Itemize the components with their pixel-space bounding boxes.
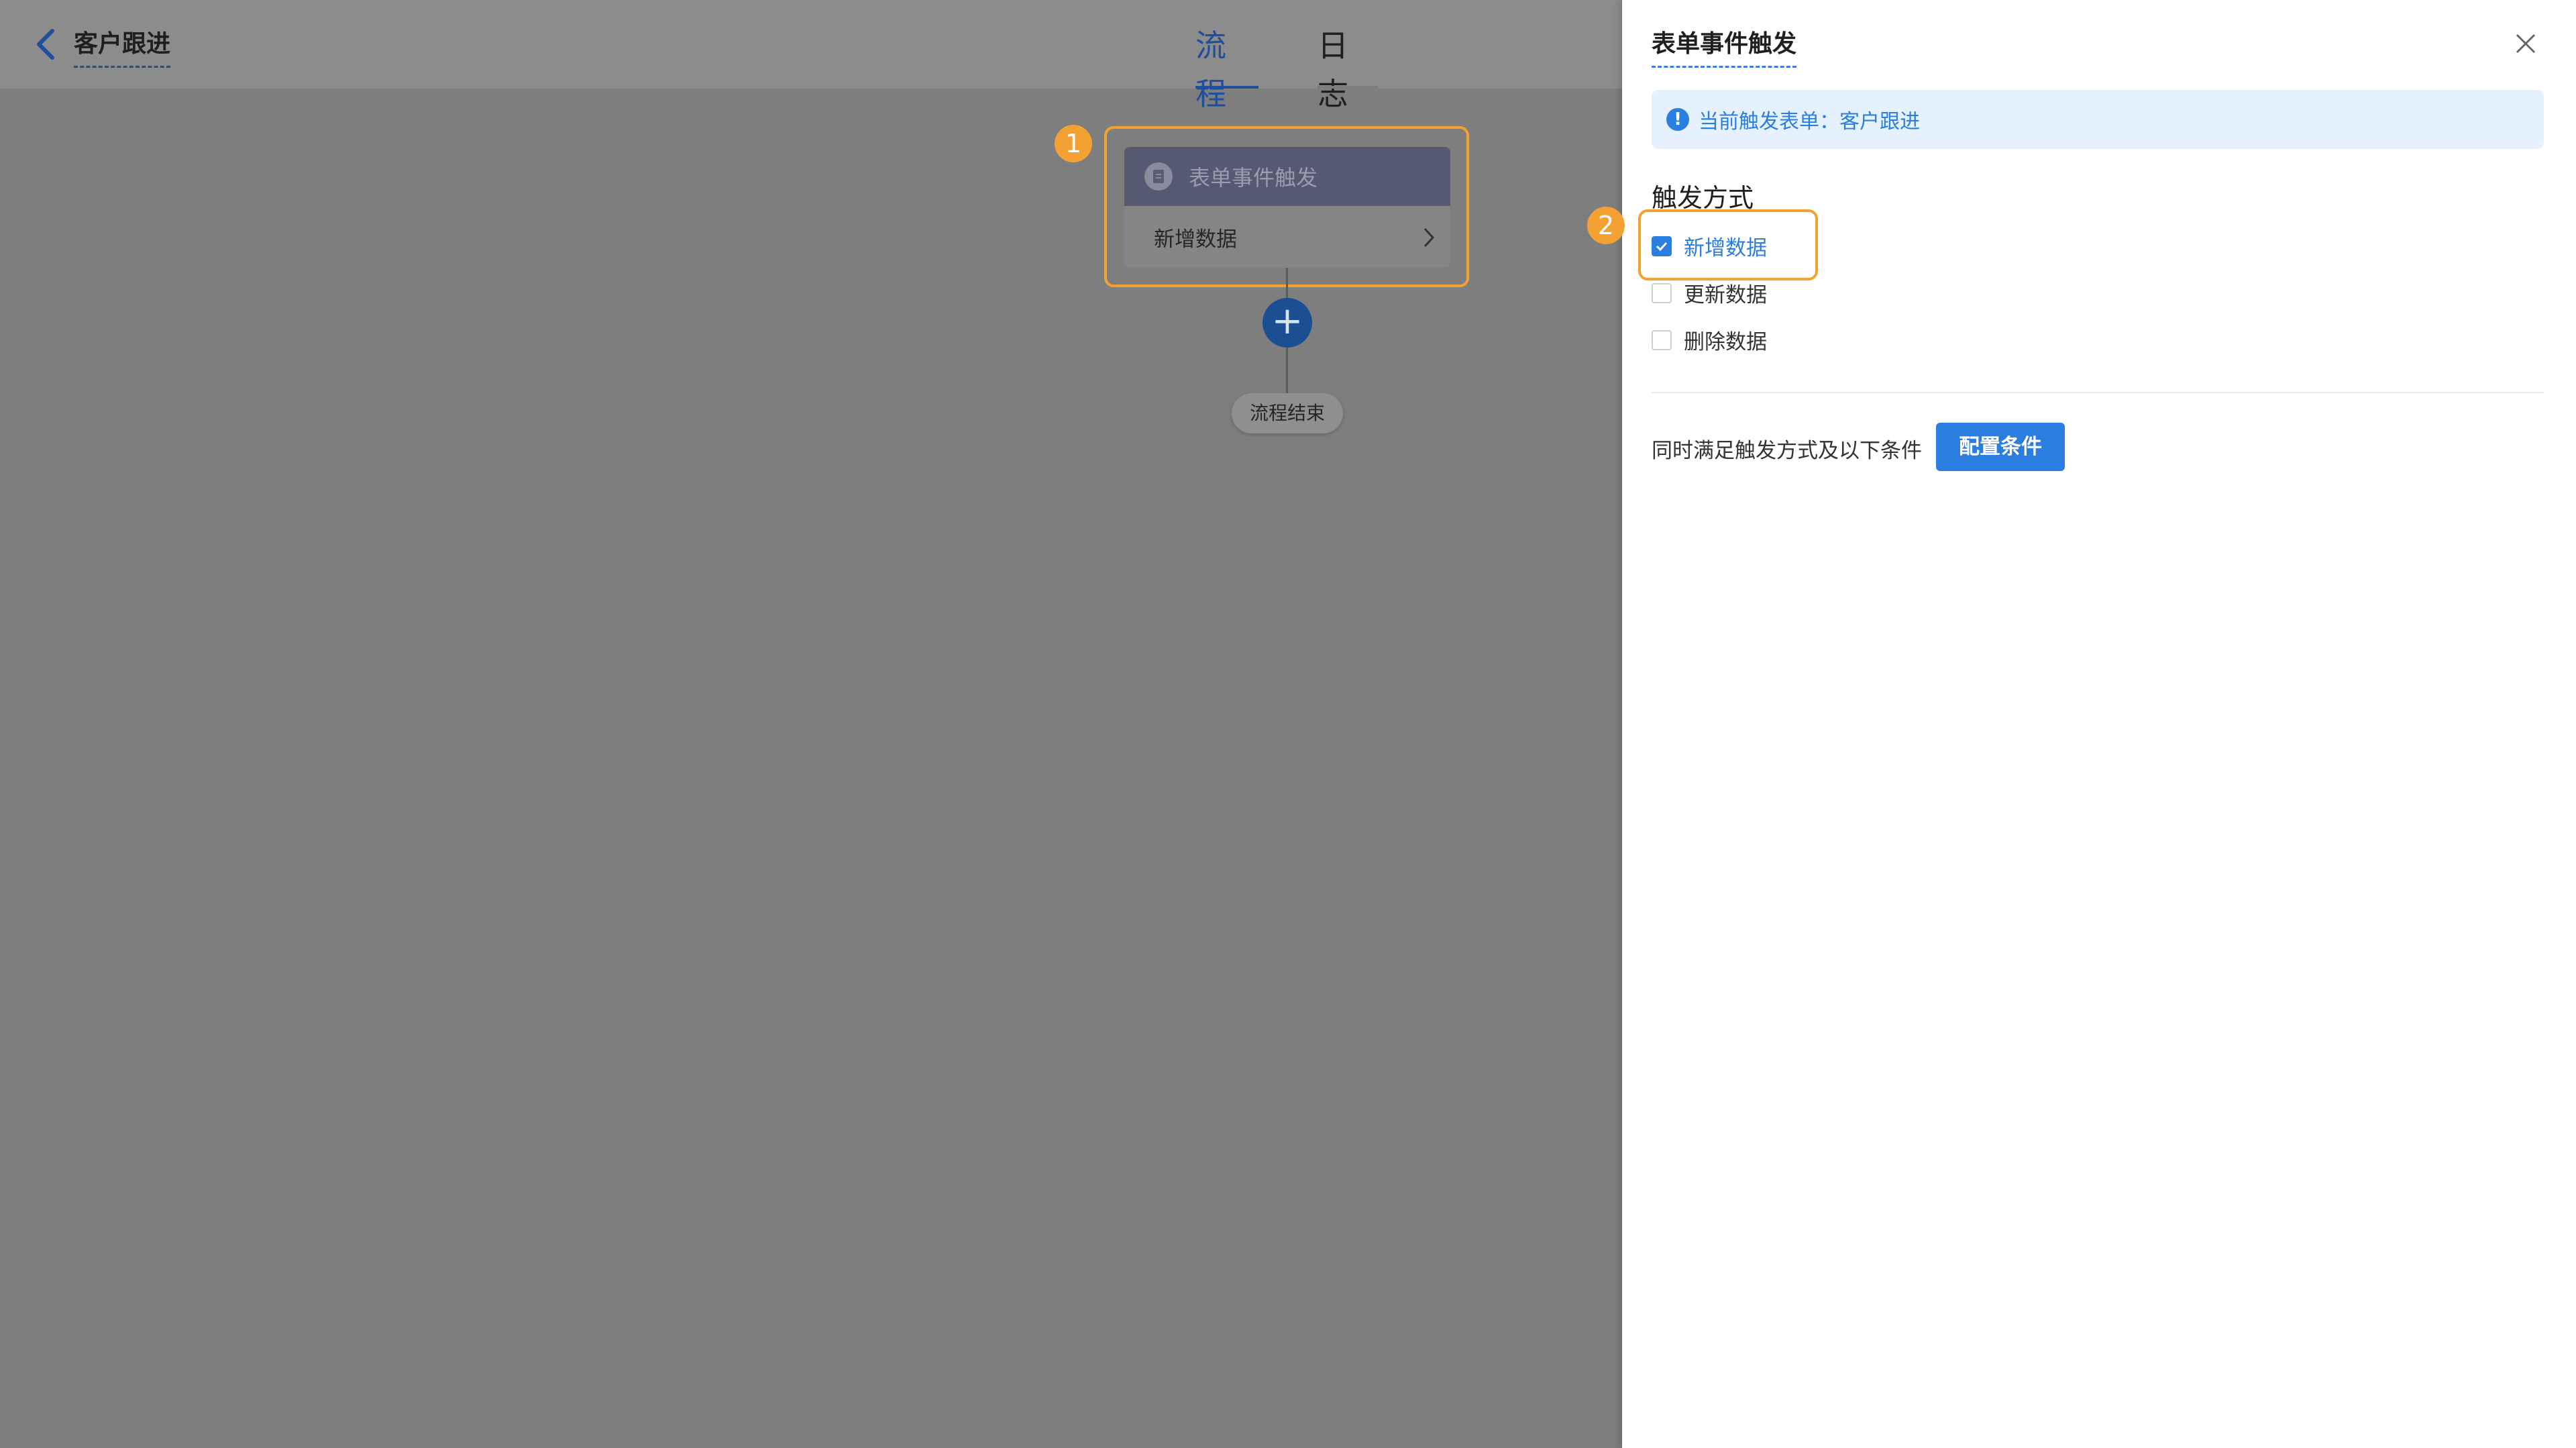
step-badge-1: 1: [1055, 125, 1092, 162]
info-form-name: 客户跟进: [1839, 110, 1920, 134]
back-arrow-icon[interactable]: [32, 27, 60, 62]
app-title[interactable]: 客户跟进: [74, 27, 171, 68]
checkbox-update-data[interactable]: [1652, 282, 1672, 303]
section-divider: [1652, 392, 2544, 393]
panel-title[interactable]: 表单事件触发: [1652, 27, 1797, 68]
info-icon: !: [1666, 108, 1689, 131]
step-badge-2: 2: [1587, 207, 1625, 244]
option-label: 更新数据: [1684, 283, 1767, 307]
tab-underline: [1318, 86, 1378, 89]
tab-flow[interactable]: 流程: [1195, 21, 1226, 118]
active-tab-indicator: [1195, 86, 1258, 89]
chevron-right-icon: [1424, 227, 1435, 248]
form-icon: [1144, 162, 1173, 191]
trigger-node-title: 表单事件触发: [1189, 165, 1318, 191]
option-label: 删除数据: [1684, 330, 1767, 354]
info-label: 当前触发表单：: [1699, 110, 1839, 134]
trigger-node-body[interactable]: 新增数据: [1124, 206, 1450, 268]
tab-log[interactable]: 日志: [1318, 21, 1348, 118]
close-icon[interactable]: [2514, 32, 2537, 55]
info-banner: ! 当前触发表单： 客户跟进: [1652, 90, 2544, 149]
flow-end-node: 流程结束: [1232, 393, 1343, 433]
trigger-method-label: 触发方式: [1652, 183, 1754, 213]
option-delete-data[interactable]: 删除数据: [1652, 325, 1767, 355]
condition-description: 同时满足触发方式及以下条件: [1652, 439, 1922, 463]
trigger-node-subtitle: 新增数据: [1154, 227, 1237, 252]
flow-connector-top: [1286, 268, 1288, 299]
configure-conditions-button[interactable]: 配置条件: [1936, 423, 2065, 471]
checkbox-delete-data[interactable]: [1652, 329, 1672, 350]
highlight-box-option: [1638, 209, 1818, 280]
trigger-node-card[interactable]: 表单事件触发 新增数据: [1124, 147, 1450, 268]
flow-connector-bottom: [1286, 348, 1288, 393]
add-step-button[interactable]: +: [1263, 298, 1312, 348]
option-update-data[interactable]: 更新数据: [1652, 278, 1767, 308]
trigger-node-header: 表单事件触发: [1124, 147, 1450, 206]
